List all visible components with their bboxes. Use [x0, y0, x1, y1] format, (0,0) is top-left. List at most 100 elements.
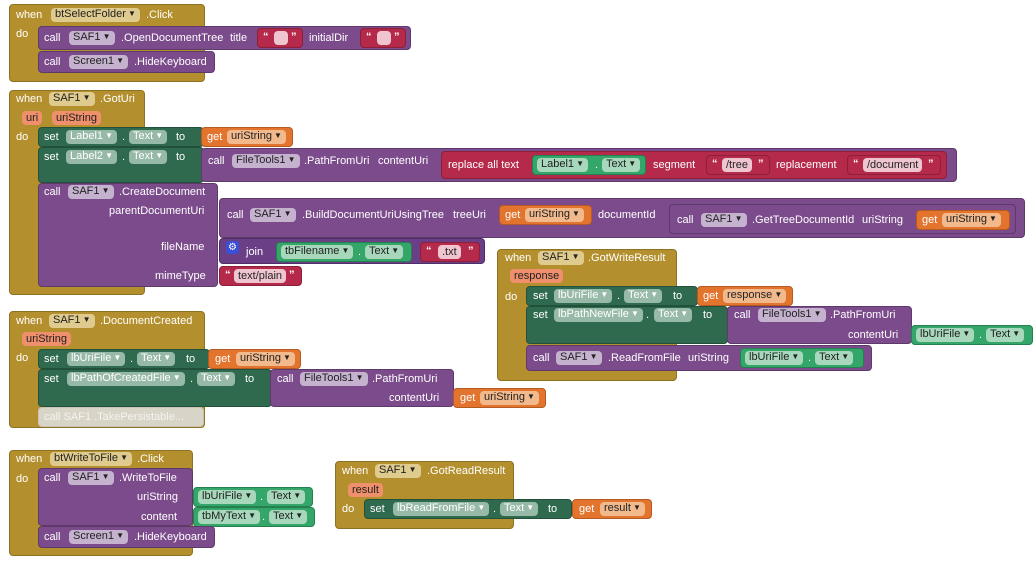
chevron-down-icon: ▼ [172, 373, 181, 382]
chevron-down-icon: ▼ [650, 290, 659, 299]
event-param-uri[interactable]: uri [22, 111, 43, 125]
chevron-down-icon: ▼ [408, 465, 417, 474]
component-dropdown[interactable]: SAF1 ▼ [556, 351, 602, 365]
param-label-treeuri: treeUri [453, 209, 487, 221]
property-dropdown[interactable]: Text ▼ [365, 245, 404, 259]
property-dropdown[interactable]: Text ▼ [654, 308, 693, 322]
dot: . [617, 290, 621, 302]
component-dropdown[interactable]: SAF1 ▼ [49, 314, 95, 328]
dot: . [122, 131, 126, 143]
component-dropdown[interactable]: FileTools1 ▼ [758, 308, 826, 322]
component-dropdown[interactable]: SAF1 ▼ [250, 208, 296, 222]
chevron-down-icon: ▼ [841, 352, 850, 361]
component-dropdown[interactable]: Screen1 ▼ [69, 55, 128, 69]
chevron-down-icon: ▼ [223, 373, 232, 382]
chevron-down-icon: ▼ [589, 352, 598, 361]
property-dropdown[interactable]: Text ▼ [500, 502, 539, 516]
variable-dropdown[interactable]: uriString ▼ [942, 213, 1001, 227]
chevron-down-icon: ▼ [101, 186, 110, 195]
component-dropdown[interactable]: Label2 ▼ [66, 150, 118, 164]
param-label-content: content [141, 511, 178, 523]
component-dropdown[interactable]: SAF1 ▼ [68, 185, 114, 199]
component-dropdown[interactable]: Label1 ▼ [66, 130, 118, 144]
component-dropdown[interactable]: SAF1 ▼ [375, 464, 421, 478]
chevron-down-icon: ▼ [248, 511, 257, 520]
set-keyword: set [44, 353, 59, 365]
chevron-down-icon: ▼ [791, 352, 800, 361]
component-dropdown[interactable]: lbPathNewFile ▼ [554, 308, 643, 322]
component-dropdown[interactable]: SAF1 ▼ [49, 92, 95, 106]
string-value[interactable]: .txt [438, 245, 461, 259]
property-dropdown[interactable]: Text ▼ [129, 150, 168, 164]
get-keyword: get [215, 353, 231, 365]
event-param-result[interactable]: result [348, 483, 383, 497]
method-name: .CreateDocument [119, 186, 206, 198]
property-dropdown[interactable]: Text ▼ [986, 328, 1025, 342]
do-keyword: do [16, 473, 29, 485]
empty-string-slot[interactable] [377, 31, 391, 45]
do-keyword: do [505, 291, 518, 303]
component-dropdown[interactable]: lbUriFile ▼ [745, 351, 804, 365]
property-dropdown[interactable]: Text ▼ [269, 510, 308, 524]
property-dropdown[interactable]: Text ▼ [624, 289, 663, 303]
component-dropdown[interactable]: lbUriFile ▼ [916, 328, 975, 342]
component-dropdown[interactable]: lbPathOfCreatedFile ▼ [67, 372, 185, 386]
string-value[interactable]: /tree [722, 158, 753, 172]
component-dropdown[interactable]: Label1 ▼ [537, 158, 589, 172]
dot: . [262, 511, 266, 523]
empty-string-slot[interactable] [274, 31, 288, 45]
variable-dropdown[interactable]: uriString ▼ [227, 130, 286, 144]
gear-icon[interactable]: ⚙ [226, 241, 239, 254]
call-keyword: call [44, 186, 61, 198]
component-dropdown[interactable]: SAF1 ▼ [68, 471, 114, 485]
property-dropdown[interactable]: Text ▼ [197, 372, 236, 386]
segment-label: segment [653, 159, 696, 171]
component-dropdown[interactable]: btWriteToFile ▼ [50, 452, 132, 466]
set-keyword: set [370, 503, 385, 515]
set-keyword: set [533, 309, 548, 321]
dot: . [122, 151, 126, 163]
param-label-uristring: uriString [688, 352, 729, 364]
chevron-down-icon: ▼ [105, 131, 114, 140]
component-dropdown[interactable]: tbMyText ▼ [198, 510, 261, 524]
event-param-uristring[interactable]: uriString [52, 111, 101, 125]
string-value[interactable]: /document [863, 158, 923, 172]
component-dropdown[interactable]: lbUriFile ▼ [67, 352, 126, 366]
replace-all-label: replace all text [448, 159, 519, 171]
component-dropdown[interactable]: btSelectFolder ▼ [51, 8, 140, 22]
component-dropdown[interactable]: FileTools1 ▼ [300, 372, 368, 386]
property-dropdown[interactable]: Text ▼ [602, 158, 641, 172]
component-dropdown[interactable]: SAF1 ▼ [701, 213, 747, 227]
property-dropdown[interactable]: Text ▼ [267, 490, 306, 504]
variable-dropdown[interactable]: uriString ▼ [236, 352, 295, 366]
chevron-down-icon: ▼ [576, 159, 585, 168]
variable-dropdown[interactable]: result ▼ [600, 502, 645, 516]
when-keyword: when [16, 93, 43, 105]
component-dropdown[interactable]: SAF1 ▼ [538, 251, 584, 265]
variable-dropdown[interactable]: response ▼ [723, 289, 787, 303]
property-dropdown[interactable]: Text ▼ [137, 352, 176, 366]
property-dropdown[interactable]: Text ▼ [129, 130, 168, 144]
variable-dropdown[interactable]: uriString ▼ [480, 391, 539, 405]
chevron-down-icon: ▼ [283, 353, 291, 362]
chevron-down-icon: ▼ [155, 131, 164, 140]
component-dropdown[interactable]: FileTools1 ▼ [232, 154, 300, 168]
method-name: .OpenDocumentTree [121, 32, 224, 44]
call-keyword: call [277, 373, 294, 385]
method-name: .HideKeyboard [134, 531, 207, 543]
do-keyword: do [16, 131, 29, 143]
component-dropdown[interactable]: lbReadFromFile ▼ [393, 502, 490, 516]
component-dropdown[interactable]: lbUriFile ▼ [554, 289, 613, 303]
call-keyword: call [44, 472, 61, 484]
to-keyword: to [703, 309, 713, 321]
event-param-response[interactable]: response [510, 269, 564, 283]
component-dropdown[interactable]: tbFilename ▼ [281, 245, 354, 259]
event-param-uristring[interactable]: uriString [22, 332, 71, 346]
string-value[interactable]: text/plain [234, 269, 287, 283]
component-dropdown[interactable]: SAF1 ▼ [69, 31, 115, 45]
chevron-down-icon: ▼ [600, 290, 609, 299]
variable-dropdown[interactable]: uriString ▼ [525, 208, 584, 222]
component-dropdown[interactable]: lbUriFile ▼ [198, 490, 257, 504]
component-dropdown[interactable]: Screen1 ▼ [69, 530, 128, 544]
property-dropdown[interactable]: Text ▼ [815, 351, 854, 365]
